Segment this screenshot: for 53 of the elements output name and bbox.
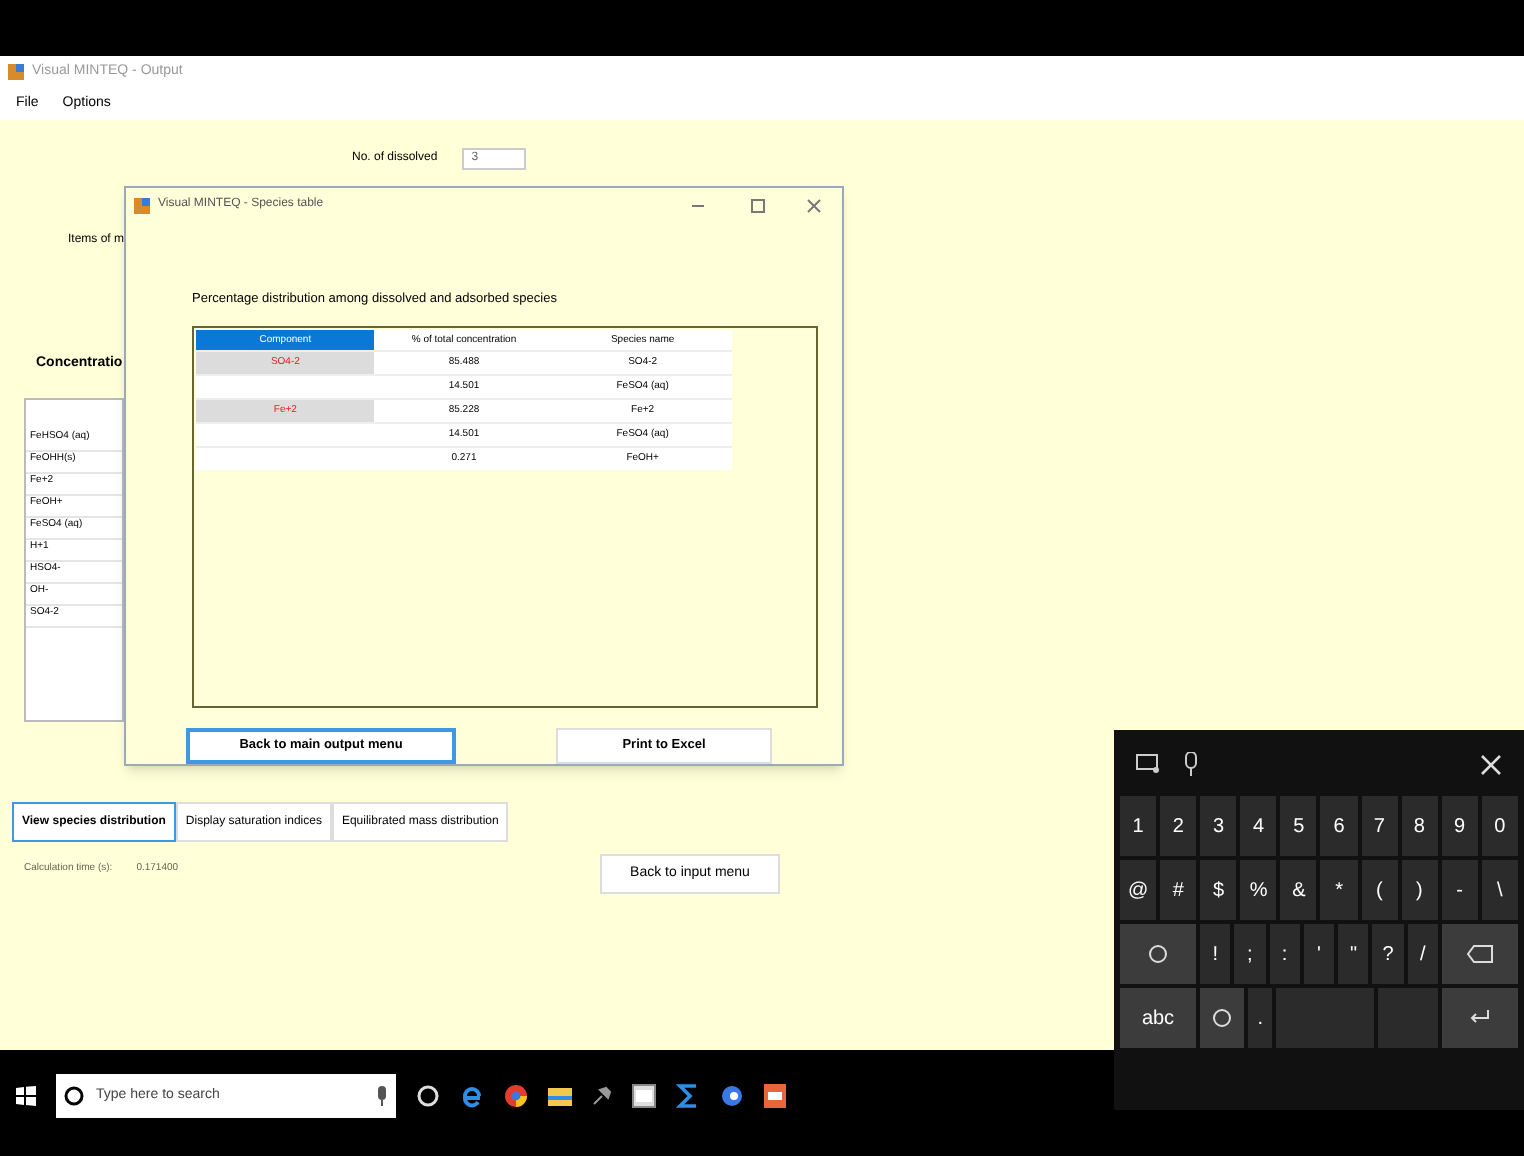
keyboard-key[interactable]: ( <box>1361 860 1398 920</box>
keyboard-key[interactable]: 7 <box>1361 796 1398 856</box>
backspace-icon <box>1465 944 1494 964</box>
microphone-icon[interactable] <box>376 1086 388 1106</box>
keyboard-key[interactable]: 4 <box>1240 796 1277 856</box>
keyboard-key[interactable]: @ <box>1120 860 1157 920</box>
enter-icon <box>1470 1010 1490 1026</box>
folder-icon[interactable] <box>548 1084 572 1108</box>
circle-icon <box>64 1086 84 1106</box>
keyboard-key[interactable]: ! <box>1200 924 1231 984</box>
smiley-icon <box>1148 944 1168 964</box>
keyboard-key[interactable]: 1 <box>1120 796 1157 856</box>
browser-ball-icon[interactable] <box>504 1084 528 1108</box>
keyboard-key[interactable]: ) <box>1401 860 1438 920</box>
keyboard-key[interactable]: 3 <box>1200 796 1237 856</box>
keyboard-key[interactable]: # <box>1160 860 1197 920</box>
globe-icon[interactable] <box>720 1084 744 1108</box>
task-view-icon[interactable] <box>416 1084 440 1108</box>
keyboard-settings-icon[interactable] <box>1136 754 1160 774</box>
microphone-icon[interactable] <box>1184 752 1198 776</box>
smiley-icon <box>1212 1008 1232 1028</box>
app-icon <box>134 197 150 214</box>
mode-key[interactable]: abc <box>1120 988 1196 1048</box>
keyboard-key[interactable]: ; <box>1234 924 1266 984</box>
keyboard-key[interactable]: . <box>1248 988 1273 1048</box>
keyboard-key[interactable]: ? <box>1372 924 1404 984</box>
sigma-icon[interactable] <box>676 1084 700 1108</box>
keyboard-key[interactable]: & <box>1280 860 1317 920</box>
keyboard-key[interactable]: 2 <box>1160 796 1197 856</box>
keyboard-key[interactable]: 5 <box>1280 796 1317 856</box>
keyboard-key[interactable]: 0 <box>1481 796 1518 856</box>
backspace-key[interactable] <box>1441 924 1518 984</box>
keyboard-key[interactable]: ' <box>1303 924 1335 984</box>
emoji-key[interactable] <box>1200 988 1244 1048</box>
keyboard-key[interactable]: " <box>1338 924 1369 984</box>
keyboard-key[interactable]: - <box>1441 860 1478 920</box>
symbol-key[interactable] <box>1120 924 1196 984</box>
maximize-icon[interactable] <box>750 197 766 214</box>
keyboard-key[interactable]: 9 <box>1441 796 1478 856</box>
app-window-icon[interactable] <box>632 1084 656 1108</box>
keyboard-key[interactable]: * <box>1320 860 1358 920</box>
keyboard-key[interactable]: $ <box>1200 860 1237 920</box>
keyboard-key[interactable]: 8 <box>1401 796 1438 856</box>
windows-logo-icon[interactable] <box>16 1086 36 1106</box>
app-icon <box>8 64 24 80</box>
keyboard-key[interactable]: 6 <box>1320 796 1358 856</box>
pin-icon[interactable] <box>592 1086 612 1106</box>
keyboard-key[interactable]: : <box>1269 924 1300 984</box>
keyboard-key[interactable]: % <box>1240 860 1277 920</box>
browser-e-icon[interactable] <box>460 1084 484 1108</box>
keyboard-key[interactable]: / <box>1407 924 1438 984</box>
document-icon[interactable] <box>764 1084 786 1108</box>
keyboard-key[interactable]: \ <box>1481 860 1518 920</box>
